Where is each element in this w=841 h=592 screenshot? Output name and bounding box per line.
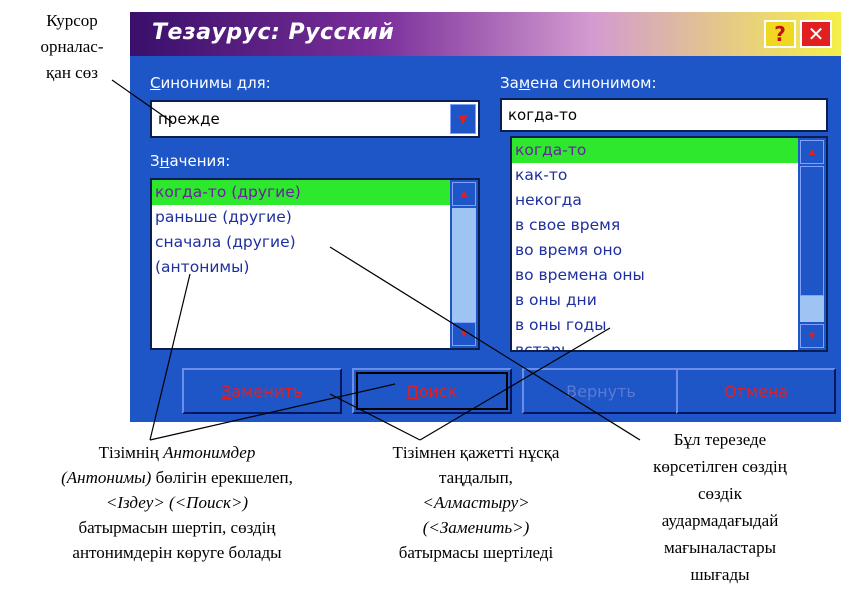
antonyms-list-line — [149, 273, 191, 441]
callout-lines — [111, 79, 641, 441]
cursor-word-line — [111, 79, 173, 123]
antonyms-search-line — [149, 383, 396, 441]
replace-button-line — [329, 393, 421, 441]
synonym-pick-line — [419, 327, 611, 441]
meanings-line — [329, 246, 641, 441]
